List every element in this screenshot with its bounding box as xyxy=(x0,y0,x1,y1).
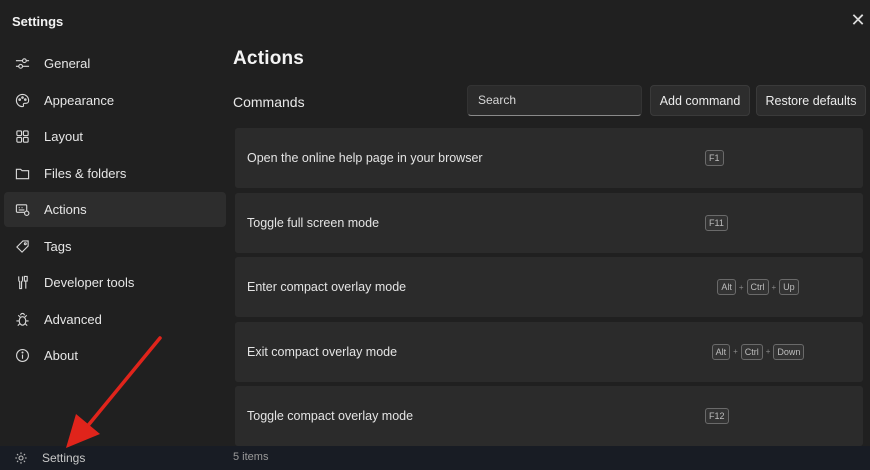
commands-list: Open the online help page in your browse… xyxy=(235,128,863,451)
page-title: Actions xyxy=(233,48,305,69)
command-label: Exit compact overlay mode xyxy=(247,344,398,359)
key-badge: Ctrl xyxy=(746,279,769,295)
key-badge: Alt xyxy=(711,343,731,360)
command-label: Toggle compact overlay mode xyxy=(247,409,414,423)
wrench-icon xyxy=(14,275,30,291)
command-row[interactable]: Toggle full screen mode F11 xyxy=(235,192,863,253)
add-command-button[interactable]: Add command xyxy=(650,85,750,116)
sidebar-item-about[interactable]: About xyxy=(4,338,226,373)
plus-separator: + xyxy=(733,347,738,356)
sidebar-item-developer-tools[interactable]: Developer tools xyxy=(4,265,226,300)
restore-defaults-button[interactable]: Restore defaults xyxy=(756,85,866,116)
command-row[interactable]: Toggle compact overlay mode F12 xyxy=(235,386,863,446)
sidebar-item-label: General xyxy=(44,56,91,71)
plus-separator: + xyxy=(765,347,771,356)
items-count: 5 items xyxy=(233,451,269,463)
key-badge: F12 xyxy=(705,408,729,424)
sidebar-item-label: Actions xyxy=(44,202,87,217)
sidebar-item-label: Developer tools xyxy=(44,275,135,290)
palette-icon xyxy=(14,92,30,108)
key-badge: Alt xyxy=(717,279,736,295)
key-badge: Up xyxy=(779,279,799,295)
folder-icon xyxy=(14,165,30,181)
command-label: Enter compact overlay mode xyxy=(247,280,407,294)
shortcut-keys: Alt + Ctrl + Up xyxy=(635,279,863,295)
title-bar: Settings ✕ xyxy=(0,0,870,42)
command-row[interactable]: Enter compact overlay mode Alt + Ctrl + … xyxy=(235,257,863,317)
command-label: Toggle full screen mode xyxy=(247,215,380,230)
plus-separator: + xyxy=(738,282,744,292)
command-row[interactable]: Open the online help page in your browse… xyxy=(235,128,863,188)
status-bar: Settings 5 items xyxy=(0,446,870,470)
search-input[interactable]: Search xyxy=(467,85,642,116)
sidebar: General Appearance Layout Files & folder… xyxy=(0,46,228,375)
close-icon[interactable]: ✕ xyxy=(848,10,868,30)
sidebar-item-layout[interactable]: Layout xyxy=(4,119,226,154)
sidebar-item-general[interactable]: General xyxy=(4,46,226,81)
command-label: Open the online help page in your browse… xyxy=(247,151,483,165)
sidebar-item-label: Layout xyxy=(44,129,84,144)
tag-icon xyxy=(14,238,30,254)
sliders-icon xyxy=(14,56,30,72)
info-icon xyxy=(14,348,30,364)
sidebar-item-tags[interactable]: Tags xyxy=(4,229,226,264)
keyboard-icon xyxy=(14,202,30,218)
shortcut-keys: F1 xyxy=(705,150,863,166)
section-title: Commands xyxy=(233,94,305,110)
command-row[interactable]: Exit compact overlay mode Alt + Ctrl + D… xyxy=(235,321,863,382)
shortcut-keys: Alt + Ctrl + Down xyxy=(635,343,863,360)
shortcut-keys: F11 xyxy=(705,214,863,231)
key-badge: Down xyxy=(773,343,805,360)
sidebar-item-label: Tags xyxy=(44,238,72,254)
key-badge: F11 xyxy=(705,214,728,231)
sidebar-item-label: Advanced xyxy=(44,311,102,327)
plus-separator: + xyxy=(771,282,777,292)
shortcut-keys: F12 xyxy=(705,408,863,424)
grid-icon xyxy=(14,129,30,145)
sidebar-item-appearance[interactable]: Appearance xyxy=(4,83,226,118)
sidebar-item-label: Files & folders xyxy=(44,165,127,181)
settings-window: Settings ✕ General Appearance Layout Fil… xyxy=(0,0,870,470)
settings-button[interactable]: Settings xyxy=(4,446,226,470)
key-badge: F1 xyxy=(705,150,724,166)
sidebar-item-actions[interactable]: Actions xyxy=(4,192,226,227)
sidebar-item-files-folders[interactable]: Files & folders xyxy=(4,156,226,191)
bug-icon xyxy=(14,311,30,327)
sidebar-item-label: Appearance xyxy=(44,92,115,108)
sidebar-item-advanced[interactable]: Advanced xyxy=(4,302,226,337)
sidebar-item-label: About xyxy=(44,348,78,363)
key-badge: Ctrl xyxy=(740,343,763,360)
settings-label: Settings xyxy=(42,451,86,465)
window-title: Settings xyxy=(12,14,64,29)
gear-icon xyxy=(14,451,28,465)
